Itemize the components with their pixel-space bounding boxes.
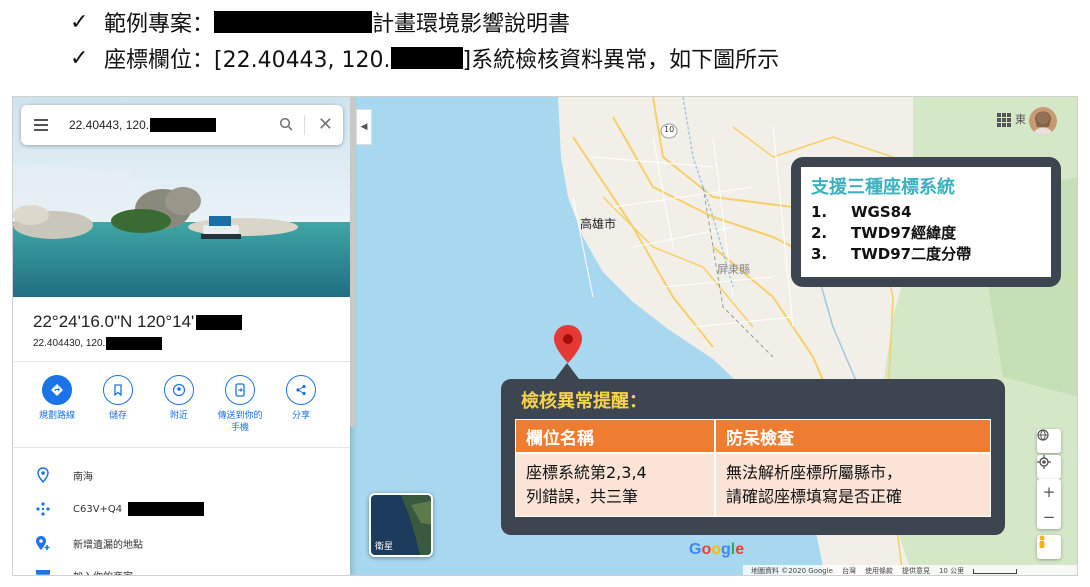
zoom-in-button[interactable]: + [1037,479,1061,504]
table-cell-field: 座標系統第2,3,4 列錯誤，共三筆 [515,453,715,517]
maps-screenshot: 10 高雄市 屏東縣 東 衛星 Google + − 地圖資料 ©2020 Go… [12,96,1078,576]
close-icon[interactable]: ✕ [318,114,333,135]
share-button[interactable]: 分享 [273,375,329,434]
list-item: 3. TWD97二度分帶 [811,245,972,263]
list-item: 1. WGS84 [811,203,912,221]
directions-button[interactable]: 規劃路線 [29,375,85,434]
map-footer: 地圖資料 ©2020 Google 台灣 使用條款 提供意見 10 公里 [743,565,1077,575]
footer-region-link[interactable]: 台灣 [842,566,856,575]
divider [304,115,305,135]
footer-feedback-link[interactable]: 提供意見 [902,566,930,575]
directions-icon [51,384,63,396]
check-icon: ✓ [70,45,89,71]
info-row-region[interactable]: 南海 [13,461,350,489]
satellite-label: 衛星 [375,542,394,552]
county-label-pingtung[interactable]: 屏東縣 [717,261,750,277]
scale-label[interactable]: 10 公里 [939,566,964,575]
info-row-plus-code[interactable]: C63V+Q4 [13,495,350,523]
divider [13,361,350,362]
nearby-button[interactable]: 附近 [151,375,207,434]
pegman-icon[interactable] [1037,535,1061,559]
bullet-list: ✓ 範例專案： 計畫環境影響說明書 ✓ 座標欄位：[22.40443, 120.… [70,4,1070,76]
apps-grid-icon[interactable] [997,113,1011,127]
bullet-project: ✓ 範例專案： 計畫環境影響說明書 [70,4,1070,40]
redaction-bar [214,11,373,33]
search-icon[interactable] [279,117,293,131]
place-panel: 22.40443, 120. ✕ 22°24'16.0"N 120°14' 22… [13,97,350,575]
place-title: 22°24'16.0"N 120°14' [33,312,243,332]
location-pin-icon [554,325,582,363]
bullet-coordinates: ✓ 座標欄位：[22.40443, 120. ]系統檢核資料異常，如下圖所示 [70,40,1070,76]
place-decimal-coords: 22.404430, 120. [33,337,163,350]
my-location-icon[interactable] [1037,455,1061,479]
coordinate-systems-callout: 支援三種座標系統 1. WGS84 2. TWD97經緯度 3. TWD97二度分帶 [791,157,1061,287]
redaction-bar [150,118,217,132]
redaction-bar [128,502,205,516]
bookmark-icon [114,384,122,396]
table-cell-check: 無法解析座標所屬縣市， 請確認座標填寫是否正確 [715,453,991,517]
footer-terms-link[interactable]: 使用條款 [865,566,893,575]
check-icon: ✓ [70,9,89,35]
project-name-suffix: 計畫環境影響說明書 [372,12,571,37]
map-copyright: 地圖資料 ©2020 Google [751,567,833,575]
save-button[interactable]: 儲存 [90,375,146,434]
location-pin-icon [37,467,49,483]
callout-title: 支援三種座標系統 [811,177,955,198]
add-place-icon [36,536,50,550]
globe-icon[interactable] [1037,429,1061,453]
map-edge-label: 東 [1015,113,1026,126]
road-shield-label: 10 [664,125,675,134]
send-to-phone-icon [235,383,245,397]
alert-table: 欄位名稱 防呆檢查 座標系統第2,3,4 列錯誤，共三筆 無法解析座標所屬縣市，… [515,419,991,517]
nearby-icon [172,383,186,397]
project-label: 範例專案： [104,12,215,37]
coord-suffix: ]系統檢核資料異常，如下圖所示 [462,48,780,73]
redaction-bar [196,314,243,330]
info-row-add-business[interactable]: 加入你的商家 [13,561,350,575]
table-header-check: 防呆檢查 [715,419,991,453]
zoom-controls: + − [1037,479,1061,529]
validation-alert-callout: 檢核異常提醒： 欄位名稱 防呆檢查 座標系統第2,3,4 列錯誤，共三筆 無法解… [501,363,1005,535]
panel-scrollbar[interactable] [350,97,356,427]
search-input[interactable]: 22.40443, 120. [69,118,217,132]
info-row-add-place[interactable]: 新增遺漏的地點 [13,529,350,557]
city-label-kaohsiung[interactable]: 高雄市 [580,215,616,232]
scale-bar [973,568,1018,574]
zoom-out-button[interactable]: − [1037,504,1061,529]
business-icon [36,570,50,575]
list-item: 2. TWD97經緯度 [811,224,957,242]
send-to-phone-button[interactable]: 傳送到你的 手機 [212,375,268,434]
callout-pointer [555,363,579,379]
coord-label: 座標欄位：[22.40443, 120. [104,48,391,73]
redaction-bar [106,337,163,350]
user-avatar[interactable] [1029,107,1057,135]
share-icon [296,384,306,396]
divider [13,447,350,448]
table-row: 座標系統第2,3,4 列錯誤，共三筆 無法解析座標所屬縣市， 請確認座標填寫是否… [515,453,991,517]
action-bar: 規劃路線 儲存 附近 傳送到你的 手機 分享 [29,375,329,434]
alert-title: 檢核異常提醒： [521,391,647,412]
plus-code-icon [36,502,50,516]
collapse-panel-button[interactable]: ◀ [356,109,372,145]
search-bar[interactable]: 22.40443, 120. ✕ [21,105,343,145]
redaction-bar [390,47,463,69]
menu-icon[interactable] [21,119,61,131]
satellite-toggle[interactable]: 衛星 [369,493,433,557]
google-logo: Google [689,541,745,558]
table-header-field: 欄位名稱 [515,419,715,453]
